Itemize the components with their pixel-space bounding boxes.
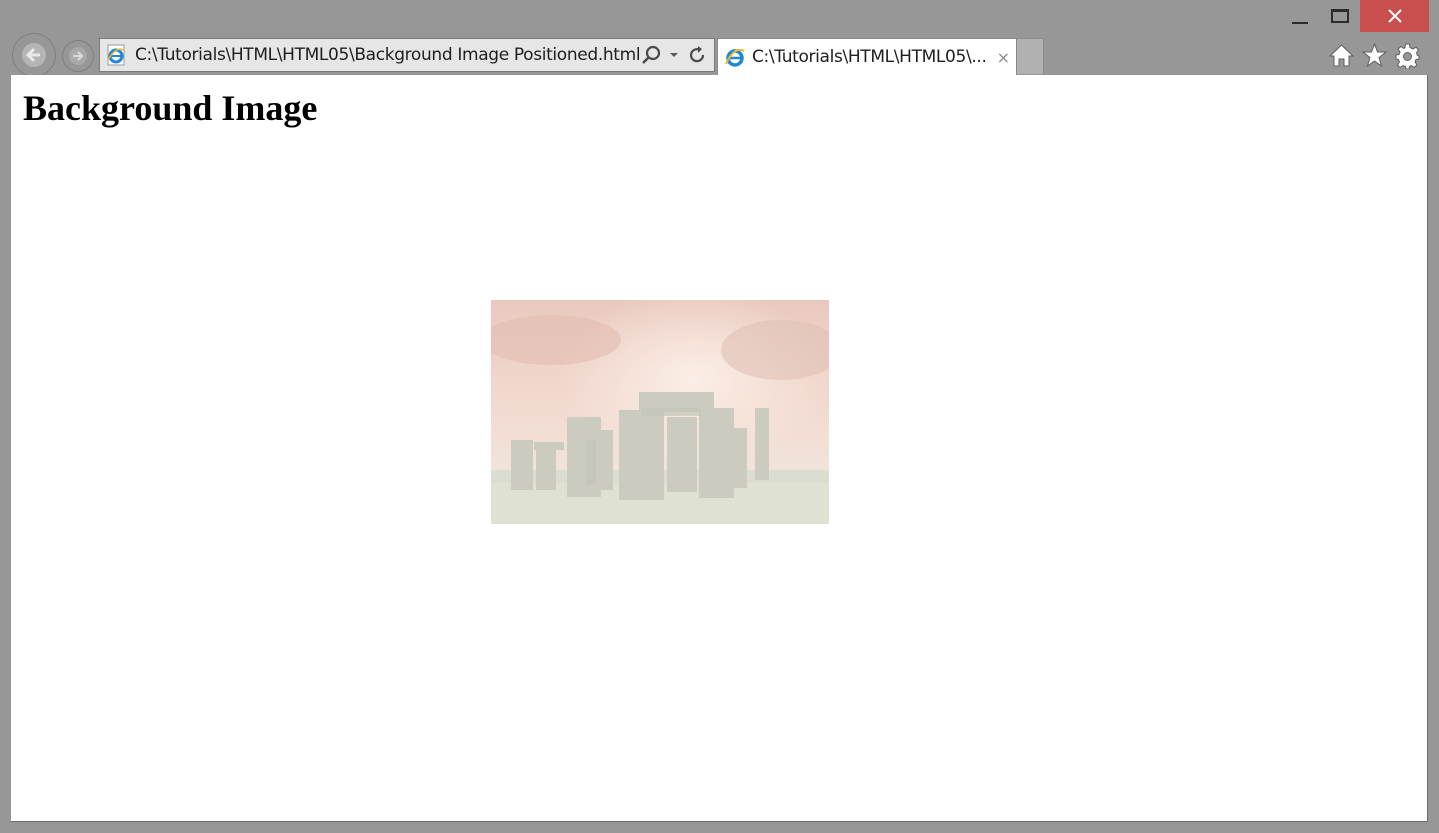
favorites-star-icon[interactable] bbox=[1361, 42, 1388, 69]
tab-active[interactable]: C:\Tutorials\HTML\HTML05\... × bbox=[717, 38, 1017, 75]
close-icon bbox=[1387, 9, 1402, 23]
maximize-button[interactable] bbox=[1324, 0, 1356, 32]
address-url[interactable]: C:\Tutorials\HTML\HTML05\Background Imag… bbox=[135, 45, 641, 65]
tab-title: C:\Tutorials\HTML\HTML05\... bbox=[752, 47, 987, 67]
tab-close-button[interactable]: × bbox=[997, 48, 1010, 67]
stonehenge-image bbox=[491, 300, 829, 524]
page-favicon-icon bbox=[107, 44, 125, 66]
search-icon[interactable] bbox=[640, 44, 662, 66]
back-button[interactable] bbox=[12, 33, 56, 77]
background-image bbox=[491, 300, 829, 524]
address-bar[interactable]: C:\Tutorials\HTML\HTML05\Background Imag… bbox=[99, 38, 715, 72]
refresh-icon[interactable] bbox=[686, 44, 708, 66]
minimize-icon bbox=[1292, 22, 1308, 24]
home-icon[interactable] bbox=[1328, 42, 1355, 69]
back-arrow-icon bbox=[22, 43, 46, 67]
close-button[interactable] bbox=[1360, 0, 1429, 32]
new-tab-button[interactable] bbox=[1017, 38, 1044, 74]
forward-arrow-icon bbox=[69, 47, 87, 65]
chevron-down-icon[interactable] bbox=[668, 49, 680, 61]
settings-gear-icon[interactable] bbox=[1394, 42, 1421, 69]
maximize-icon bbox=[1331, 9, 1349, 23]
forward-button[interactable] bbox=[62, 40, 94, 72]
ie-logo-icon bbox=[725, 48, 745, 67]
page-viewport: Background Image bbox=[11, 75, 1428, 822]
minimize-button[interactable] bbox=[1284, 0, 1316, 32]
page-heading: Background Image bbox=[23, 88, 318, 128]
